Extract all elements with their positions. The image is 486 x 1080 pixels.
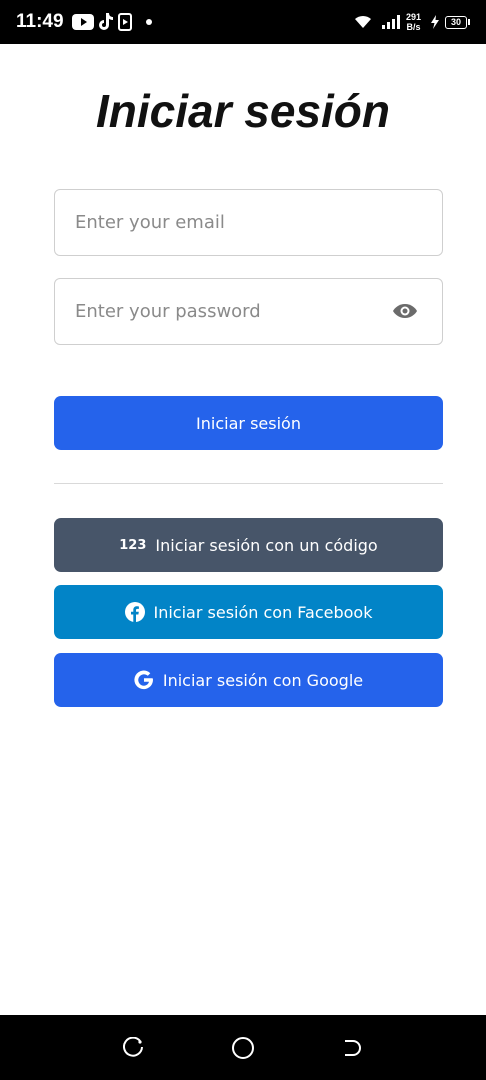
email-field-container (54, 189, 443, 256)
tiktok-icon (98, 13, 114, 31)
battery-indicator: 30 (445, 15, 470, 29)
password-field-container (54, 278, 443, 345)
charging-icon (431, 15, 439, 29)
navigation-bar (0, 1015, 486, 1080)
google-login-label: Iniciar sesión con Google (162, 670, 364, 690)
status-bar: 11:49 291 B/s 30 (0, 0, 486, 44)
facebook-icon (124, 602, 145, 622)
login-button[interactable]: Iniciar sesión (54, 396, 443, 450)
eye-icon[interactable] (392, 301, 418, 326)
network-speed: 291 B/s (406, 12, 421, 32)
network-speed-unit: B/s (406, 22, 421, 32)
back-icon[interactable] (332, 1028, 372, 1068)
recent-apps-icon[interactable] (114, 1028, 154, 1068)
youtube-icon (71, 14, 94, 30)
notification-dot-icon (145, 19, 152, 25)
battery-level: 30 (445, 15, 467, 29)
login-button-label: Iniciar sesión (196, 413, 301, 433)
status-time: 11:49 (16, 11, 64, 32)
code-login-button[interactable]: 123 Iniciar sesión con un código (54, 518, 443, 572)
battery-tip (468, 19, 470, 25)
wifi-icon (354, 15, 372, 29)
email-field[interactable] (75, 212, 422, 233)
home-icon[interactable] (223, 1028, 263, 1068)
facebook-login-label: Iniciar sesión con Facebook (153, 602, 373, 622)
google-login-button[interactable]: Iniciar sesión con Google (54, 653, 443, 707)
page-title: Iniciar sesión (95, 85, 390, 137)
facebook-login-button[interactable]: Iniciar sesión con Facebook (54, 585, 443, 639)
code-icon: 123 (119, 537, 147, 553)
google-icon (134, 670, 154, 690)
network-speed-value: 291 (405, 12, 421, 22)
signal-icon (381, 15, 400, 29)
code-login-label: Iniciar sesión con un código (155, 535, 378, 555)
divider (54, 483, 443, 484)
media-icon (117, 13, 132, 31)
password-field[interactable] (75, 301, 422, 322)
